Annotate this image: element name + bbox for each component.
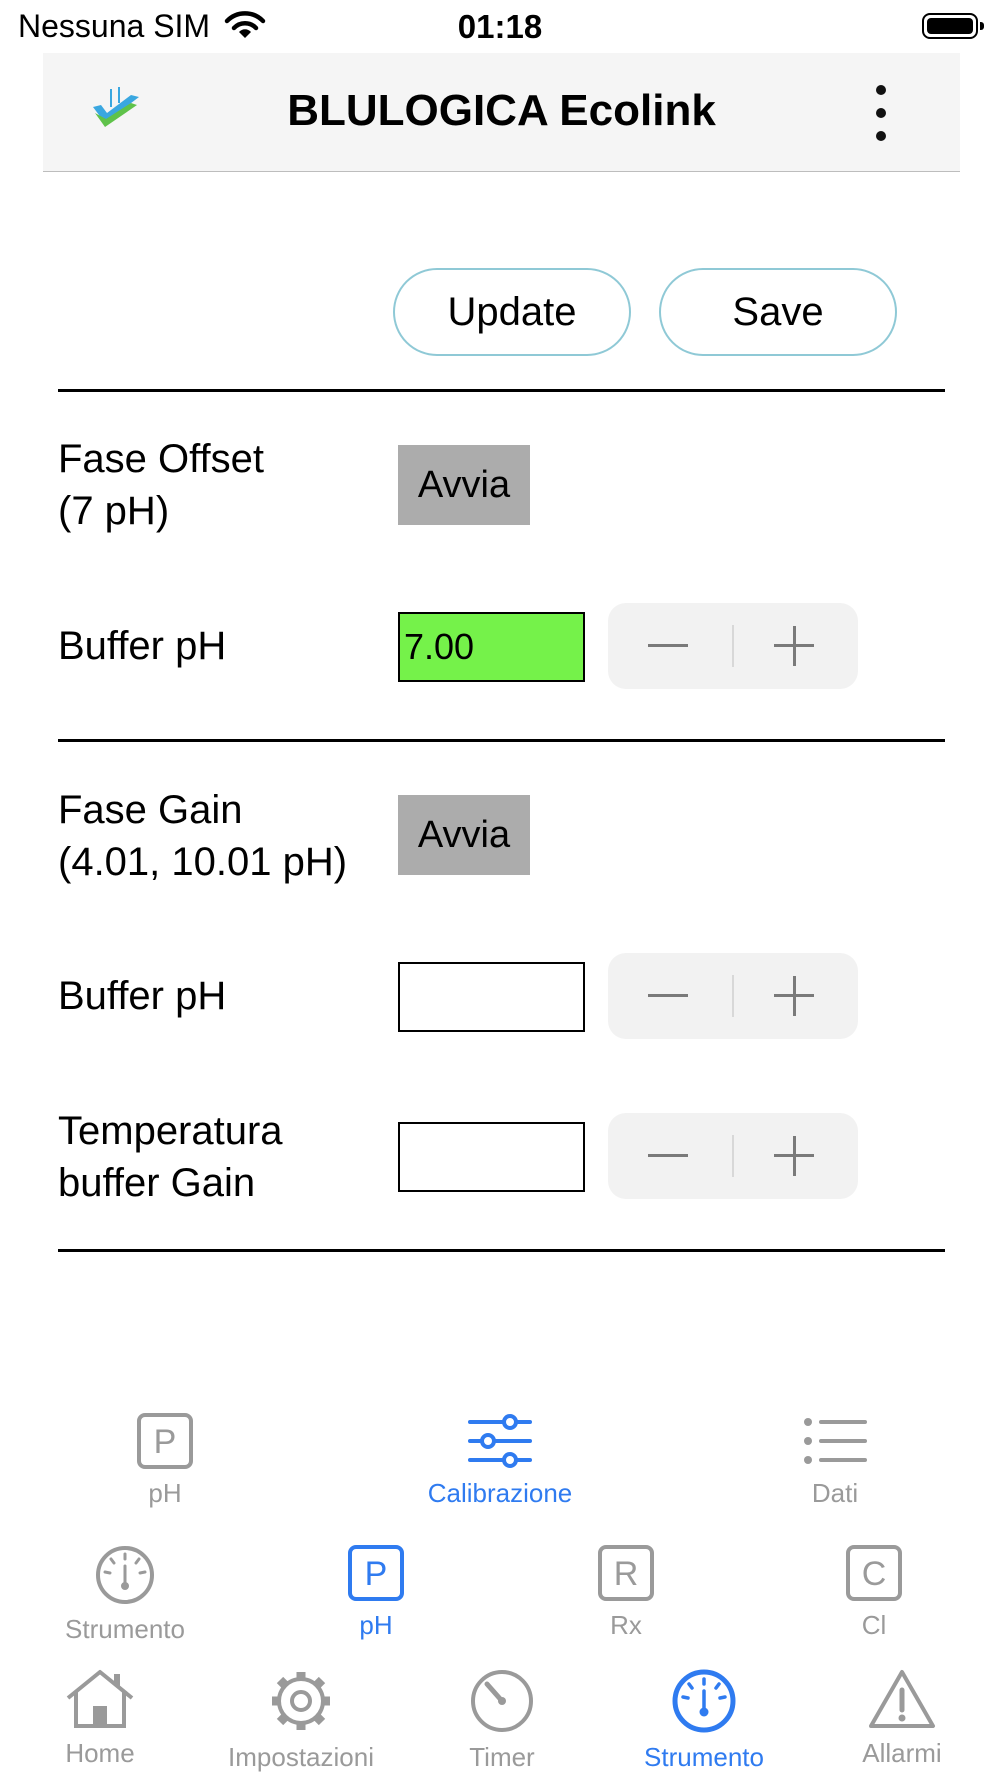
instrument-tab-ph-label: pH: [359, 1610, 393, 1640]
gain-buffer-field[interactable]: [398, 962, 585, 1032]
p-square-icon: P: [137, 1413, 193, 1469]
gear-icon: [272, 1672, 330, 1730]
subtab-dati-label: Dati: [811, 1478, 859, 1508]
list-icon: [804, 1418, 867, 1464]
instrument-tab-cl-label: Cl: [861, 1610, 887, 1640]
divider: [58, 739, 945, 742]
svg-text:P: P: [365, 1555, 388, 1593]
sliders-icon: [468, 1414, 532, 1468]
gain-temperature-label: Temperatura buffer Gain: [58, 1105, 283, 1209]
gauge-icon: [672, 1669, 736, 1733]
more-menu-icon[interactable]: [869, 83, 893, 143]
main-tab-impostazioni[interactable]: Impostazioni: [212, 1668, 390, 1773]
gain-temperature-field[interactable]: [398, 1122, 585, 1192]
warning-icon: [869, 1670, 935, 1728]
c-square-icon: C: [846, 1545, 902, 1601]
offset-start-button[interactable]: Avvia: [398, 445, 530, 525]
divider: [58, 389, 945, 392]
main-tab-strumento-label: Strumento: [644, 1742, 764, 1772]
minus-icon[interactable]: [648, 1154, 688, 1157]
main-tab-impostazioni-label: Impostazioni: [228, 1742, 374, 1772]
timer-icon: [471, 1670, 533, 1732]
offset-buffer-stepper[interactable]: [608, 603, 858, 689]
gain-buffer-stepper[interactable]: [608, 953, 858, 1039]
app-header: BLULOGICA Ecolink: [43, 53, 960, 172]
svg-text:P: P: [154, 1423, 177, 1461]
temp-label-line2: buffer Gain: [58, 1161, 256, 1205]
subtab-ph-label: pH: [148, 1478, 182, 1508]
main-tab-allarmi[interactable]: Allarmi: [842, 1668, 962, 1769]
main-tab-home[interactable]: Home: [40, 1668, 160, 1769]
main-tab-allarmi-label: Allarmi: [862, 1738, 942, 1768]
p-square-icon: P: [348, 1545, 404, 1601]
instrument-tab-rx-label: Rx: [610, 1610, 642, 1640]
instrument-tab-strumento[interactable]: Strumento: [50, 1544, 200, 1645]
main-tab-timer-label: Timer: [469, 1742, 535, 1772]
temp-label-line1: Temperatura: [58, 1109, 283, 1153]
instrument-tab-ph[interactable]: P pH: [316, 1544, 436, 1641]
gain-start-button[interactable]: Avvia: [398, 795, 530, 875]
gain-title-line1: Fase Gain: [58, 788, 243, 832]
minus-icon[interactable]: [648, 644, 688, 647]
instrument-tab-rx[interactable]: R Rx: [566, 1544, 686, 1641]
subtab-ph[interactable]: P pH: [105, 1412, 225, 1509]
gain-phase-title: Fase Gain (4.01, 10.01 pH): [58, 784, 347, 888]
gain-title-line2: (4.01, 10.01 pH): [58, 840, 348, 884]
minus-icon[interactable]: [648, 994, 688, 997]
update-button[interactable]: Update: [393, 268, 631, 356]
app-title: BLULOGICA Ecolink: [287, 86, 716, 135]
offset-buffer-field[interactable]: 7.00: [398, 612, 585, 682]
main-tab-home-label: Home: [65, 1738, 135, 1768]
offset-title-line1: Fase Offset: [58, 437, 265, 481]
divider: [58, 1249, 945, 1252]
offset-phase-title: Fase Offset (7 pH): [58, 433, 264, 537]
status-time: 01:18: [457, 8, 543, 45]
main-tab-strumento[interactable]: Strumento: [626, 1668, 782, 1773]
gain-buffer-label: Buffer pH: [58, 974, 227, 1018]
main-tab-timer[interactable]: Timer: [442, 1668, 562, 1773]
gauge-icon: [96, 1546, 154, 1604]
subtab-dati[interactable]: Dati: [775, 1412, 895, 1509]
status-bar: Nessuna SIM 01:18: [0, 0, 1000, 52]
battery-icon: [922, 13, 984, 39]
gain-temperature-stepper[interactable]: [608, 1113, 858, 1199]
r-square-icon: R: [598, 1545, 654, 1601]
offset-title-line2: (7 pH): [58, 489, 170, 533]
subtab-calibrazione[interactable]: Calibrazione: [400, 1412, 600, 1509]
subtab-calibrazione-label: Calibrazione: [427, 1478, 573, 1508]
save-button[interactable]: Save: [659, 268, 897, 356]
offset-buffer-label: Buffer pH: [58, 624, 227, 668]
svg-text:R: R: [614, 1555, 639, 1593]
instrument-tab-strumento-label: Strumento: [65, 1614, 185, 1644]
house-icon: [66, 1670, 134, 1728]
svg-text:C: C: [862, 1555, 887, 1593]
instrument-tab-cl[interactable]: C Cl: [814, 1544, 934, 1641]
